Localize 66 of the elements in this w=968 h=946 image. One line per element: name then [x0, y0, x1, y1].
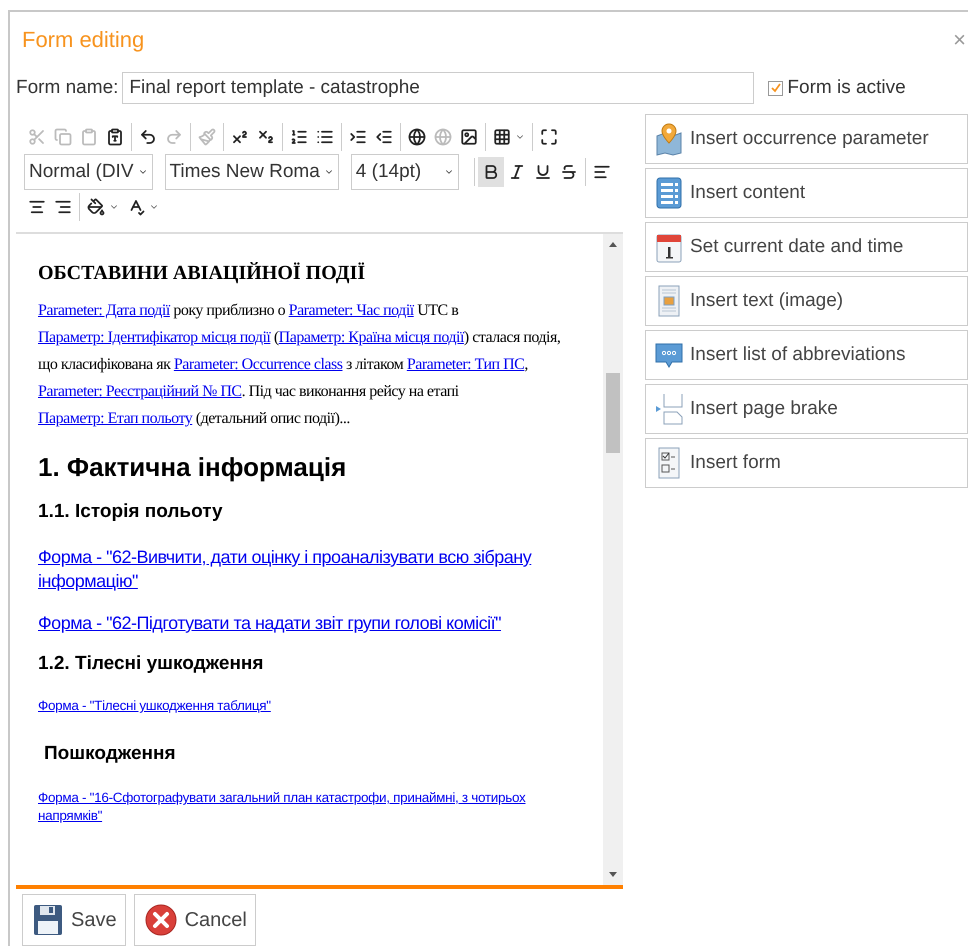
insert-action-button[interactable]: Insert text (image)	[645, 276, 968, 326]
page-break-icon	[654, 392, 684, 426]
brush-icon	[198, 128, 216, 146]
strikethrough-icon	[560, 163, 578, 181]
globe-icon	[408, 128, 426, 146]
list-document-icon	[654, 176, 684, 210]
numbered-list-icon	[290, 128, 308, 146]
parameter-link[interactable]: Parameter: Дата події	[38, 302, 170, 319]
bullet-list-icon	[316, 128, 334, 146]
copy-icon	[54, 128, 72, 146]
insert-action-button[interactable]: Insert page brake	[645, 384, 968, 434]
paint-bucket-icon	[87, 198, 105, 216]
save-button[interactable]: Save	[22, 894, 126, 946]
subscript-icon	[257, 128, 275, 146]
insert-action-button[interactable]: Insert list of abbreviations	[645, 330, 968, 380]
dialog-title: Form editing	[22, 27, 144, 53]
map-pin-icon	[654, 122, 684, 156]
active-label: Form is active	[787, 77, 906, 99]
cancel-button[interactable]: Cancel	[134, 894, 256, 946]
toolbar-button[interactable]	[478, 157, 504, 187]
form-link[interactable]: Форма - "16-Сфотографувати загальний план катастрофи, принаймні, з чотирьох напрямків"	[38, 789, 533, 825]
form-link[interactable]: Форма - "62-Підготувати та надати звіт групи голові комісії"	[38, 611, 578, 635]
subsection-heading: 1.2. Тілесні ушкодження	[38, 653, 264, 675]
table-icon	[493, 128, 511, 146]
cut-icon	[28, 128, 46, 146]
toolbar-dropdown[interactable]: Times New Roma	[164, 154, 339, 190]
redo-icon	[165, 128, 183, 146]
toolbar-dropdown[interactable]: 4 (14pt)	[350, 154, 459, 190]
toolbar-dropdown[interactable]: Normal (DIV	[24, 154, 153, 190]
active-checkbox[interactable]	[768, 80, 784, 96]
superscript-icon	[231, 128, 249, 146]
parameter-link[interactable]: Parameter: Тип ПС	[406, 356, 524, 373]
parameter-link[interactable]: Parameter: Реєстраційний № ПС	[38, 383, 242, 400]
cancel-icon	[144, 904, 177, 936]
image-icon	[460, 128, 478, 146]
form-link[interactable]: Форма - "Тілесні ушкодження таблиця"	[38, 697, 533, 715]
maximize-icon	[540, 128, 558, 146]
insert-action-button[interactable]: Insert occurrence parameter	[645, 114, 968, 164]
form-name-label: Form name:	[16, 77, 118, 99]
form-name-field[interactable]: Final report template - catastrophe	[122, 72, 754, 104]
paste-word-icon	[106, 128, 124, 146]
outdent-icon	[375, 128, 393, 146]
align-left-icon	[592, 163, 611, 181]
globe-icon	[434, 128, 452, 146]
scrollbar[interactable]	[603, 234, 623, 885]
insert-action-button[interactable]: Insert form	[645, 438, 968, 488]
parameter-link[interactable]: Параметр: Ідентифікатор місця події	[38, 329, 270, 346]
insert-action-button[interactable]: Set current date and time	[645, 222, 968, 272]
underline-icon	[534, 163, 552, 181]
parameter-link[interactable]: Параметр: Етап польоту	[38, 410, 192, 427]
parameter-link[interactable]: Parameter: Час події	[288, 302, 414, 319]
align-center-icon	[28, 198, 46, 216]
parameter-link[interactable]: Параметр: Країна місця події	[278, 329, 464, 346]
undo-icon	[139, 128, 157, 146]
subsection-heading: 1.1. Історія польоту	[38, 501, 224, 523]
document-title: ОБСТАВИНИ АВІАЦІЙНОЇ ПОДІЇ	[38, 262, 366, 285]
paragraph: Parameter: Дата події року приблизно о Parameter: Час події UTC в Параметр: Ідентифікатор місця події (Параметр: Країна місця події) сталася подія, що класифікована як Parameter: Occurrence class з літаком Parameter: Тип ПС, Parameter: Реєстраційний № ПС. Під час виконання рейсу на етапі Параметр: Етап польоту (детальний опис події)...	[38, 301, 562, 429]
check-icon	[770, 83, 781, 93]
parameter-link[interactable]: Parameter: Occurrence class	[174, 356, 342, 373]
indent-icon	[349, 128, 367, 146]
insert-action-button[interactable]: Insert content	[645, 168, 968, 218]
section-heading: 1. Фактична інформація	[38, 452, 348, 483]
paste-icon	[80, 128, 98, 146]
form-link[interactable]: Форма - "62-Вивчити, дати оцінку і проаналізувати всю зібрану інформацію"	[38, 545, 578, 593]
align-right-icon	[54, 198, 72, 216]
subsection-heading: Пошкодження	[44, 743, 177, 765]
